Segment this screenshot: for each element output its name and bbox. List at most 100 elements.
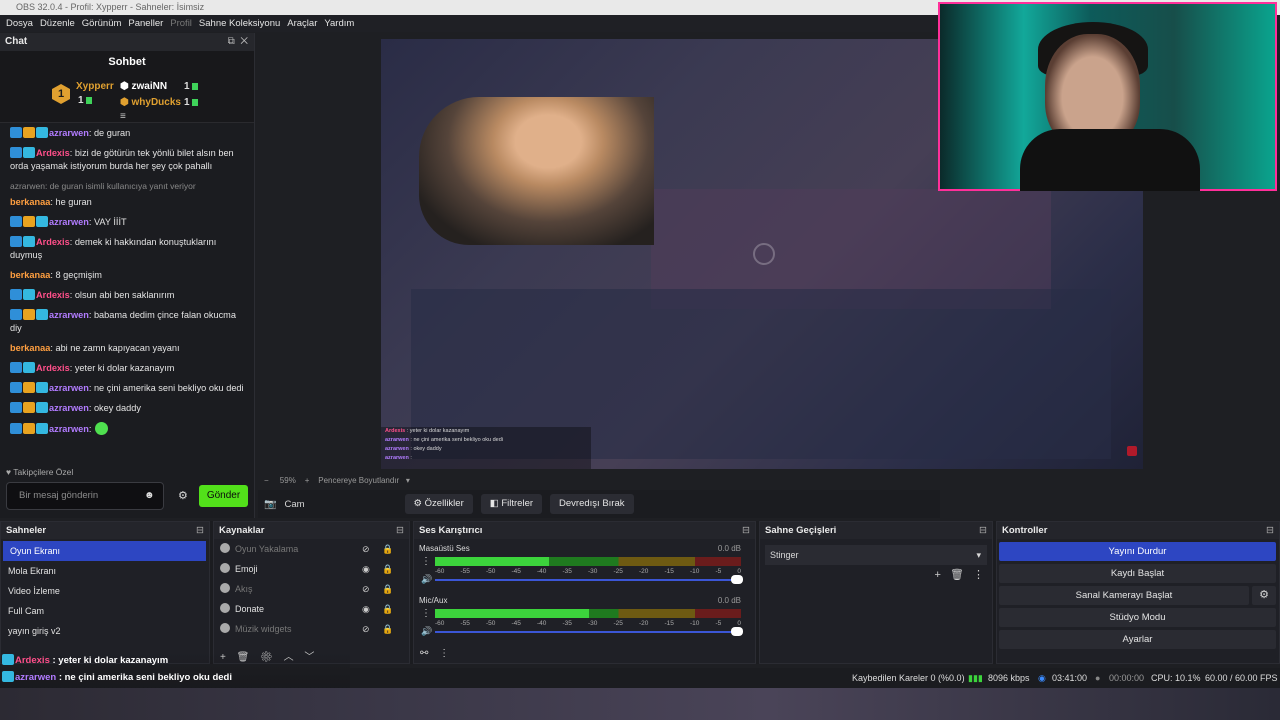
expand-icon[interactable]: ≡ bbox=[120, 111, 126, 122]
dock-menu-icon[interactable]: ⊟ bbox=[1266, 522, 1274, 539]
fit-to-window[interactable]: Pencereye Boyutlandır bbox=[318, 476, 399, 485]
source-item[interactable]: Emoji ◉ 🔒 bbox=[214, 559, 409, 579]
bottom-docks: Sahneler ⊟ Oyun Ekranı Mola Ekranı Video İz… bbox=[0, 521, 1280, 664]
chat-username[interactable]: azrarwen bbox=[49, 383, 89, 393]
chat-username[interactable]: Ardexis bbox=[36, 237, 70, 247]
emote-icon[interactable]: ☻ bbox=[144, 490, 155, 501]
chat-username[interactable]: azrarwen bbox=[49, 403, 89, 413]
trash-icon[interactable]: 🗑 bbox=[950, 569, 964, 581]
dock-menu-icon[interactable]: ⊟ bbox=[979, 522, 987, 539]
overlay-username: Ardexis bbox=[15, 655, 50, 666]
chat-username[interactable]: berkanaa bbox=[10, 197, 50, 207]
menu-item[interactable]: Görünüm bbox=[82, 15, 122, 32]
chat-username[interactable]: Ardexis bbox=[36, 148, 70, 158]
preview-area[interactable]: Ardexis : yeter ki dolar kazanayım azrarw… bbox=[258, 33, 1143, 485]
chat-text: : abi ne zamn kapıyacan yayanı bbox=[50, 343, 180, 353]
scenes-list: Oyun Ekranı Mola Ekranı Video İzleme Full C… bbox=[1, 541, 209, 641]
more-icon[interactable]: ⋮ bbox=[439, 648, 449, 659]
speaker-icon[interactable]: 🔊 bbox=[421, 574, 432, 585]
badge-icon bbox=[10, 236, 22, 247]
eye-off-icon[interactable]: ⊘ bbox=[362, 619, 370, 639]
scene-item[interactable]: Full Cam bbox=[1, 601, 209, 621]
zoom-in-icon[interactable]: + bbox=[305, 476, 310, 485]
gear-icon[interactable]: ⚙ bbox=[1252, 586, 1276, 605]
slider-handle[interactable] bbox=[731, 575, 743, 584]
menu-item[interactable]: Yardım bbox=[324, 15, 354, 32]
overlay-username: azrarwen bbox=[385, 437, 409, 443]
stop-stream-button[interactable]: Yayını Durdur bbox=[999, 542, 1276, 561]
meter-tick: -20 bbox=[639, 620, 649, 627]
eye-icon[interactable]: ◉ bbox=[362, 599, 370, 619]
more-icon[interactable]: ⋮ bbox=[421, 608, 431, 619]
menu-item[interactable]: Düzenle bbox=[40, 15, 75, 32]
chat-username[interactable]: Ardexis bbox=[36, 290, 70, 300]
badge-icon bbox=[23, 147, 35, 158]
speaker-icon[interactable]: 🔊 bbox=[421, 626, 432, 637]
chat-username[interactable]: berkanaa bbox=[10, 270, 50, 280]
eye-off-icon[interactable]: ⊘ bbox=[362, 579, 370, 599]
zoom-out-icon[interactable]: − bbox=[264, 476, 269, 485]
menu-item[interactable]: Dosya bbox=[6, 15, 33, 32]
volume-slider[interactable] bbox=[435, 627, 743, 636]
overlay-text: : yeter ki dolar kazanayım bbox=[49, 655, 169, 666]
menu-item[interactable]: Profil bbox=[170, 15, 192, 32]
transition-select[interactable]: Stinger ▾ bbox=[765, 545, 987, 565]
properties-button[interactable]: ⚙ Özellikler bbox=[404, 494, 473, 514]
chat-text: : yeter ki dolar kazanayım bbox=[69, 363, 175, 373]
deactivate-button[interactable]: Devredışı Bırak bbox=[550, 494, 634, 514]
chat-username[interactable]: azrarwen bbox=[49, 424, 89, 434]
chat-username[interactable]: azrarwen bbox=[49, 128, 89, 138]
settings-button[interactable]: Ayarlar bbox=[999, 630, 1276, 649]
link-icon[interactable]: ⚯ bbox=[420, 648, 428, 659]
lock-icon[interactable]: 🔒 bbox=[382, 579, 393, 599]
dropped-frames: Kaybedilen Kareler 0 (%0.0) bbox=[852, 673, 965, 683]
chat-username[interactable]: azrarwen bbox=[49, 217, 89, 227]
more-icon[interactable]: ⋮ bbox=[973, 569, 984, 581]
chevron-down-icon[interactable]: ▾ bbox=[406, 476, 410, 485]
filters-button[interactable]: ◧ Filtreler bbox=[480, 494, 543, 514]
scene-item[interactable]: Oyun Ekranı bbox=[3, 541, 206, 561]
leader-name[interactable]: ⬢ whyDucks bbox=[120, 97, 181, 108]
lock-icon[interactable]: 🔒 bbox=[382, 619, 393, 639]
leader-count: 1 bbox=[78, 95, 92, 106]
more-icon[interactable]: ⋮ bbox=[421, 556, 431, 567]
lock-icon[interactable]: 🔒 bbox=[382, 539, 393, 559]
scene-item[interactable]: Video İzleme bbox=[1, 581, 209, 601]
menu-item[interactable]: Paneller bbox=[128, 15, 163, 32]
menu-item[interactable]: Sahne Koleksiyonu bbox=[199, 15, 280, 32]
source-item[interactable]: Akış ⊘ 🔒 bbox=[214, 579, 409, 599]
send-button[interactable]: Gönder bbox=[199, 485, 248, 507]
scene-item[interactable]: yayın giriş v2 bbox=[1, 621, 209, 641]
add-icon[interactable]: + bbox=[934, 569, 940, 581]
dock-menu-icon[interactable]: ⊟ bbox=[742, 522, 750, 539]
chat-input[interactable]: Bir mesaj gönderin bbox=[6, 482, 164, 510]
float-icon[interactable]: ⧉ bbox=[228, 36, 235, 47]
gear-icon[interactable]: ⚙ bbox=[178, 489, 188, 502]
chat-text: : he guran bbox=[50, 197, 92, 207]
volume-slider[interactable] bbox=[435, 575, 743, 584]
scene-item[interactable]: Mola Ekranı bbox=[1, 561, 209, 581]
source-item[interactable]: Oyun Yakalama ⊘ 🔒 bbox=[214, 539, 409, 559]
source-item[interactable]: Müzik widgets ⊘ 🔒 bbox=[214, 619, 409, 639]
chat-username[interactable]: Ardexis bbox=[36, 363, 70, 373]
leader-name[interactable]: ⬢ zwaiNN bbox=[120, 81, 167, 92]
start-virtual-camera-button[interactable]: Sanal Kamerayı Başlat bbox=[999, 586, 1249, 605]
meter-tick: -35 bbox=[562, 568, 572, 575]
eye-off-icon[interactable]: ⊘ bbox=[362, 539, 370, 559]
image-source[interactable] bbox=[419, 97, 654, 245]
leader-count: 1 bbox=[184, 81, 198, 92]
dock-menu-icon[interactable]: ⊟ bbox=[396, 522, 404, 539]
menu-item[interactable]: Araçlar bbox=[287, 15, 317, 32]
studio-mode-button[interactable]: Stüdyo Modu bbox=[999, 608, 1276, 627]
dock-menu-icon[interactable]: ⊟ bbox=[196, 522, 204, 539]
close-icon[interactable]: ✕ bbox=[240, 36, 248, 47]
source-item[interactable]: Donate ◉ 🔒 bbox=[214, 599, 409, 619]
slider-handle[interactable] bbox=[731, 627, 743, 636]
eye-icon[interactable]: ◉ bbox=[362, 559, 370, 579]
chat-username[interactable]: berkanaa bbox=[10, 343, 50, 353]
lock-icon[interactable]: 🔒 bbox=[382, 599, 393, 619]
start-recording-button[interactable]: Kaydı Başlat bbox=[999, 564, 1276, 583]
lock-icon[interactable]: 🔒 bbox=[382, 559, 393, 579]
leader-name[interactable]: Xypperr bbox=[76, 81, 114, 92]
chat-username[interactable]: azrarwen bbox=[49, 310, 89, 320]
